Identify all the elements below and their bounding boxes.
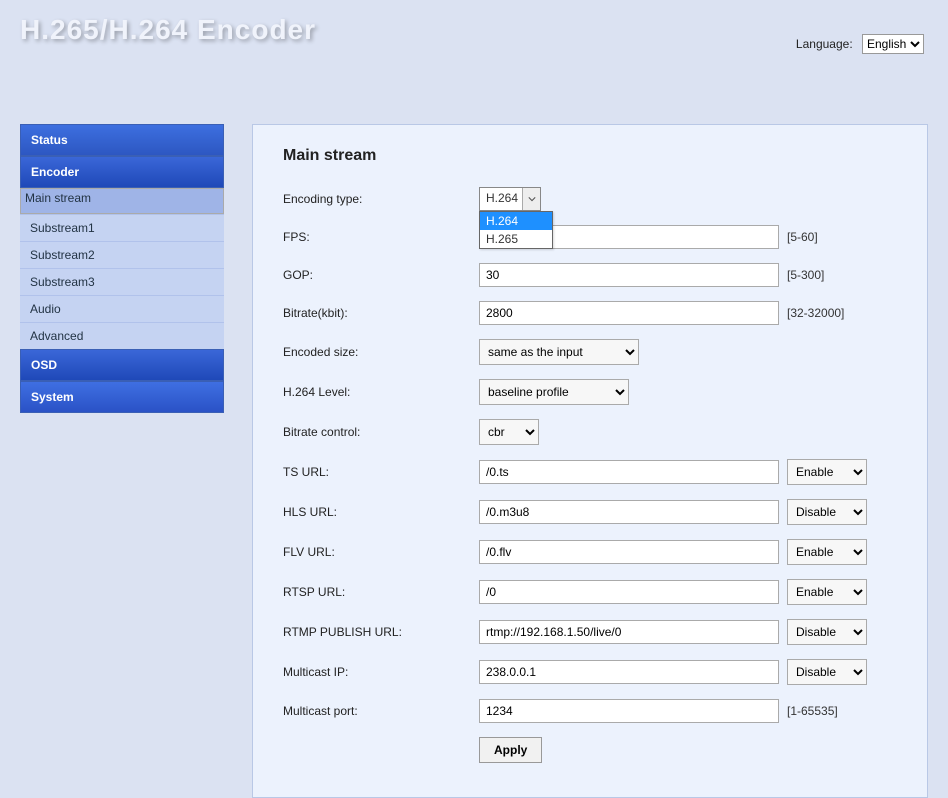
row-multicast-port: Multicast port: [1-65535] bbox=[283, 699, 897, 723]
row-encoding-type: Encoding type: H.264 H.264 H.265 bbox=[283, 187, 897, 211]
flv-url-enable[interactable]: Enable bbox=[787, 539, 867, 565]
encoding-type-dropdown: H.264 H.265 bbox=[479, 211, 553, 249]
row-flv-url: FLV URL: Enable bbox=[283, 539, 897, 565]
nav-sub-substream2[interactable]: Substream2 bbox=[20, 241, 224, 268]
label-ts-url: TS URL: bbox=[283, 465, 479, 479]
label-rtmp-url: RTMP PUBLISH URL: bbox=[283, 625, 479, 639]
hls-url-input[interactable] bbox=[479, 500, 779, 524]
app-title: H.265/H.264 Encoder bbox=[20, 14, 928, 46]
row-multicast-ip: Multicast IP: Disable bbox=[283, 659, 897, 685]
label-multicast-ip: Multicast IP: bbox=[283, 665, 479, 679]
ts-url-enable[interactable]: Enable bbox=[787, 459, 867, 485]
h264-level-select[interactable]: baseline profile bbox=[479, 379, 629, 405]
nav-sub-substream1[interactable]: Substream1 bbox=[20, 214, 224, 241]
page-title: Main stream bbox=[283, 147, 897, 165]
label-bitrate-control: Bitrate control: bbox=[283, 425, 479, 439]
row-ts-url: TS URL: Enable bbox=[283, 459, 897, 485]
apply-button[interactable]: Apply bbox=[479, 737, 542, 763]
row-bitrate-control: Bitrate control: cbr bbox=[283, 419, 897, 445]
nav-sub-main-stream[interactable]: Main stream bbox=[20, 188, 224, 214]
nav-sub-audio[interactable]: Audio bbox=[20, 295, 224, 322]
row-gop: GOP: [5-300] bbox=[283, 263, 897, 287]
label-bitrate: Bitrate(kbit): bbox=[283, 306, 479, 320]
nav-osd[interactable]: OSD bbox=[20, 349, 224, 381]
label-gop: GOP: bbox=[283, 268, 479, 282]
language-picker: Language: English bbox=[796, 34, 924, 54]
row-h264-level: H.264 Level: baseline profile bbox=[283, 379, 897, 405]
label-encoding-type: Encoding type: bbox=[283, 192, 479, 206]
row-bitrate: Bitrate(kbit): [32-32000] bbox=[283, 301, 897, 325]
content-panel: Main stream Encoding type: H.264 H.264 H… bbox=[252, 124, 928, 798]
bitrate-input[interactable] bbox=[479, 301, 779, 325]
nav-status[interactable]: Status bbox=[20, 124, 224, 156]
multicast-ip-enable[interactable]: Disable bbox=[787, 659, 867, 685]
hint-fps: [5-60] bbox=[787, 230, 818, 244]
rtsp-url-enable[interactable]: Enable bbox=[787, 579, 867, 605]
sidebar: Status Encoder Main stream Substream1 Su… bbox=[20, 124, 224, 798]
nav-system[interactable]: System bbox=[20, 381, 224, 413]
nav-sub-substream3[interactable]: Substream3 bbox=[20, 268, 224, 295]
flv-url-input[interactable] bbox=[479, 540, 779, 564]
label-flv-url: FLV URL: bbox=[283, 545, 479, 559]
chevron-down-icon bbox=[522, 188, 540, 210]
rtmp-url-enable[interactable]: Disable bbox=[787, 619, 867, 645]
encoding-type-select[interactable]: H.264 H.264 H.265 bbox=[479, 187, 541, 211]
row-hls-url: HLS URL: Disable bbox=[283, 499, 897, 525]
bitrate-control-select[interactable]: cbr bbox=[479, 419, 539, 445]
gop-input[interactable] bbox=[479, 263, 779, 287]
ts-url-input[interactable] bbox=[479, 460, 779, 484]
row-rtmp-url: RTMP PUBLISH URL: Disable bbox=[283, 619, 897, 645]
row-rtsp-url: RTSP URL: Enable bbox=[283, 579, 897, 605]
label-fps: FPS: bbox=[283, 230, 479, 244]
rtsp-url-input[interactable] bbox=[479, 580, 779, 604]
row-fps: FPS: [5-60] bbox=[283, 225, 897, 249]
nav-sub-advanced[interactable]: Advanced bbox=[20, 322, 224, 349]
header: H.265/H.264 Encoder Language: English bbox=[0, 0, 948, 110]
label-hls-url: HLS URL: bbox=[283, 505, 479, 519]
nav-encoder[interactable]: Encoder bbox=[20, 156, 224, 188]
encoding-type-option-h264[interactable]: H.264 bbox=[480, 212, 552, 230]
multicast-port-input[interactable] bbox=[479, 699, 779, 723]
encoded-size-select[interactable]: same as the input bbox=[479, 339, 639, 365]
encoding-type-option-h265[interactable]: H.265 bbox=[480, 230, 552, 248]
hint-gop: [5-300] bbox=[787, 268, 824, 282]
hint-multicast-port: [1-65535] bbox=[787, 704, 838, 718]
language-select[interactable]: English bbox=[862, 34, 924, 54]
label-encoded-size: Encoded size: bbox=[283, 345, 479, 359]
rtmp-url-input[interactable] bbox=[479, 620, 779, 644]
row-encoded-size: Encoded size: same as the input bbox=[283, 339, 897, 365]
hls-url-enable[interactable]: Disable bbox=[787, 499, 867, 525]
encoding-type-value: H.264 bbox=[486, 191, 518, 205]
multicast-ip-input[interactable] bbox=[479, 660, 779, 684]
label-rtsp-url: RTSP URL: bbox=[283, 585, 479, 599]
label-h264-level: H.264 Level: bbox=[283, 385, 479, 399]
hint-bitrate: [32-32000] bbox=[787, 306, 844, 320]
label-multicast-port: Multicast port: bbox=[283, 704, 479, 718]
row-apply: Apply bbox=[283, 737, 897, 763]
language-label: Language: bbox=[796, 37, 853, 51]
